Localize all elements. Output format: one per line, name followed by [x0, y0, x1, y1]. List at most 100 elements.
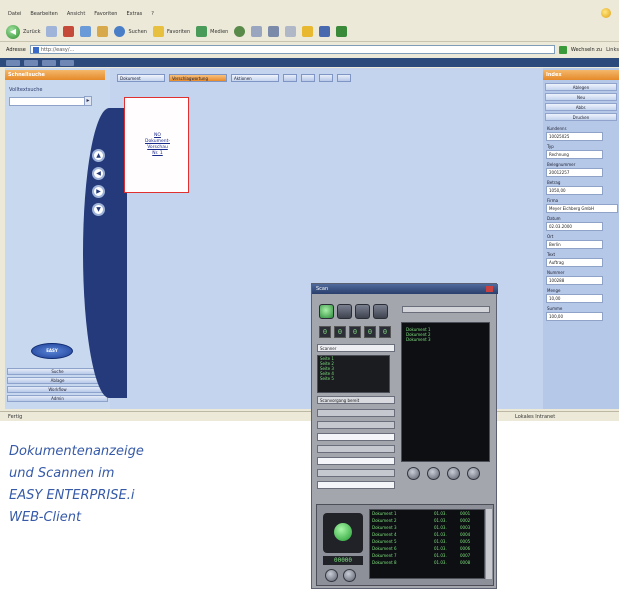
media-label[interactable]: Medien [210, 29, 228, 35]
stop-icon[interactable] [63, 26, 75, 37]
search-icon[interactable] [114, 26, 126, 37]
table-row[interactable]: Dokument 1 01.03. 0001 [370, 510, 484, 517]
toolbar-button-d[interactable] [337, 74, 351, 82]
company-field[interactable]: Meyer Eichberg GmbH [546, 204, 618, 213]
scanner-select[interactable]: Scanner [317, 344, 395, 352]
left-nav-admin-button[interactable]: Admin [7, 395, 108, 402]
extra-icon[interactable] [336, 26, 348, 37]
toolbar-button-a[interactable] [283, 74, 297, 82]
menu-help[interactable]: ? [151, 11, 154, 17]
document-number-field[interactable]: 20012257 [546, 168, 603, 177]
duplex-control[interactable] [317, 469, 395, 477]
scan-button-3[interactable] [355, 304, 370, 319]
strip-button-1[interactable] [6, 60, 20, 66]
contrast-control[interactable] [317, 421, 395, 429]
output-control[interactable] [317, 481, 395, 489]
nav-next-icon[interactable]: ▶ [92, 185, 105, 198]
menu-tools[interactable]: Extras [126, 11, 142, 17]
go-arrow-icon[interactable] [558, 45, 567, 54]
cancel-button[interactable]: Abbr. [545, 103, 617, 111]
nav-down-icon[interactable]: ▼ [92, 203, 105, 216]
table-row[interactable]: Dokument 6 01.03. 0006 [370, 545, 484, 552]
strip-button-2[interactable] [24, 60, 38, 66]
sum-field[interactable]: 100,00 [546, 312, 603, 321]
mail-icon[interactable] [251, 26, 263, 37]
table-row[interactable]: Dokument 5 01.03. 0005 [370, 538, 484, 545]
back-arrow-icon[interactable]: ◀ [6, 24, 20, 39]
menu-view[interactable]: Ansicht [67, 11, 85, 17]
caption-line-3: EASY ENTERPRISE.i [9, 488, 135, 503]
back-label[interactable]: Zurück [23, 29, 40, 35]
forward-icon[interactable] [46, 26, 58, 37]
favorites-star-icon[interactable] [152, 26, 164, 37]
menu-edit[interactable]: Bearbeiten [30, 11, 57, 17]
nav-up-icon[interactable]: ▲ [92, 149, 105, 162]
left-nav-workflow-button[interactable]: Workflow [7, 386, 108, 393]
zoom-icon[interactable] [447, 467, 460, 480]
media-icon[interactable] [196, 26, 208, 37]
search-label[interactable]: Suchen [128, 29, 147, 35]
amount-field[interactable]: 1050,00 [546, 186, 603, 195]
document-thumbnail-link[interactable]: NO Dokument- Vorschau Nr. 1 [131, 133, 184, 157]
job-table-scrollbar[interactable] [486, 509, 492, 579]
brightness-control[interactable] [317, 409, 395, 417]
links-label[interactable]: Links [606, 47, 619, 53]
scan-start-button[interactable] [319, 304, 334, 319]
toolbar-button-c[interactable] [319, 74, 333, 82]
format-control[interactable] [317, 445, 395, 453]
strip-button-3[interactable] [42, 60, 56, 66]
history-icon[interactable] [234, 26, 246, 37]
table-row[interactable]: Dokument 7 01.03. 0007 [370, 552, 484, 559]
list-item[interactable]: Seite 5 [318, 376, 389, 381]
address-input[interactable]: http://easy/... [29, 45, 555, 54]
table-row[interactable]: Dokument 2 01.03. 0002 [370, 517, 484, 524]
close-icon[interactable] [486, 286, 493, 292]
favorites-label[interactable]: Favoriten [167, 29, 190, 35]
search-go-button[interactable]: ▸ [84, 96, 92, 106]
file-button[interactable]: Ablegen [545, 83, 617, 91]
page-list[interactable]: Seite 1 Seite 2 Seite 3 Seite 4 Seite 5 [317, 355, 390, 393]
indexing-tab[interactable]: Verschlagwortung [169, 74, 227, 82]
table-row[interactable]: Dokument 8 01.03. 0008 [370, 559, 484, 566]
document-thumbnail[interactable]: NO Dokument- Vorschau Nr. 1 [124, 97, 189, 193]
document-tab[interactable]: Dokument [117, 74, 165, 82]
go-label[interactable]: Wechseln zu [571, 47, 602, 53]
date-field[interactable]: 02.03.2000 [546, 222, 603, 231]
home-icon[interactable] [97, 26, 109, 37]
folder-icon[interactable] [302, 26, 314, 37]
city-field[interactable]: Berlin [546, 240, 603, 249]
new-button[interactable]: Neu [545, 93, 617, 101]
rotate-right-icon[interactable] [427, 467, 440, 480]
scan-button-4[interactable] [373, 304, 388, 319]
left-nav-archive-button[interactable]: Ablage [7, 377, 108, 384]
menu-favorites[interactable]: Favoriten [94, 11, 117, 17]
number-field[interactable]: 100288 [546, 276, 603, 285]
app-title-strip [0, 58, 619, 67]
text-field[interactable]: Auftrag [546, 258, 603, 267]
job-table: Dokument 1 01.03. 0001 Dokument 2 01.03. 000… [369, 509, 485, 579]
refresh-icon[interactable] [80, 26, 92, 37]
customer-number-field[interactable]: 10025025 [546, 132, 603, 141]
scan-resolution-slider[interactable] [402, 306, 490, 313]
menu-file[interactable]: Datei [8, 11, 21, 17]
print-button[interactable]: Drucken [545, 113, 617, 121]
nav-prev-icon[interactable]: ◀ [92, 167, 105, 180]
range-slider[interactable] [317, 457, 395, 465]
job-button-2[interactable] [343, 569, 356, 582]
print-icon[interactable] [268, 26, 280, 37]
messenger-icon[interactable] [319, 26, 331, 37]
search-input[interactable] [9, 97, 87, 106]
toolbar-button-b[interactable] [301, 74, 315, 82]
scan-button-2[interactable] [337, 304, 352, 319]
table-row[interactable]: Dokument 3 01.03. 0003 [370, 524, 484, 531]
delete-page-icon[interactable] [467, 467, 480, 480]
job-button-1[interactable] [325, 569, 338, 582]
edit-icon[interactable] [285, 26, 297, 37]
quantity-field[interactable]: 10,00 [546, 294, 603, 303]
rotate-left-icon[interactable] [407, 467, 420, 480]
color-mode-control[interactable] [317, 433, 395, 441]
strip-button-4[interactable] [60, 60, 74, 66]
table-row[interactable]: Dokument 4 01.03. 0004 [370, 531, 484, 538]
type-field[interactable]: Rechnung [546, 150, 603, 159]
actions-tab[interactable]: Aktionen [231, 74, 279, 82]
